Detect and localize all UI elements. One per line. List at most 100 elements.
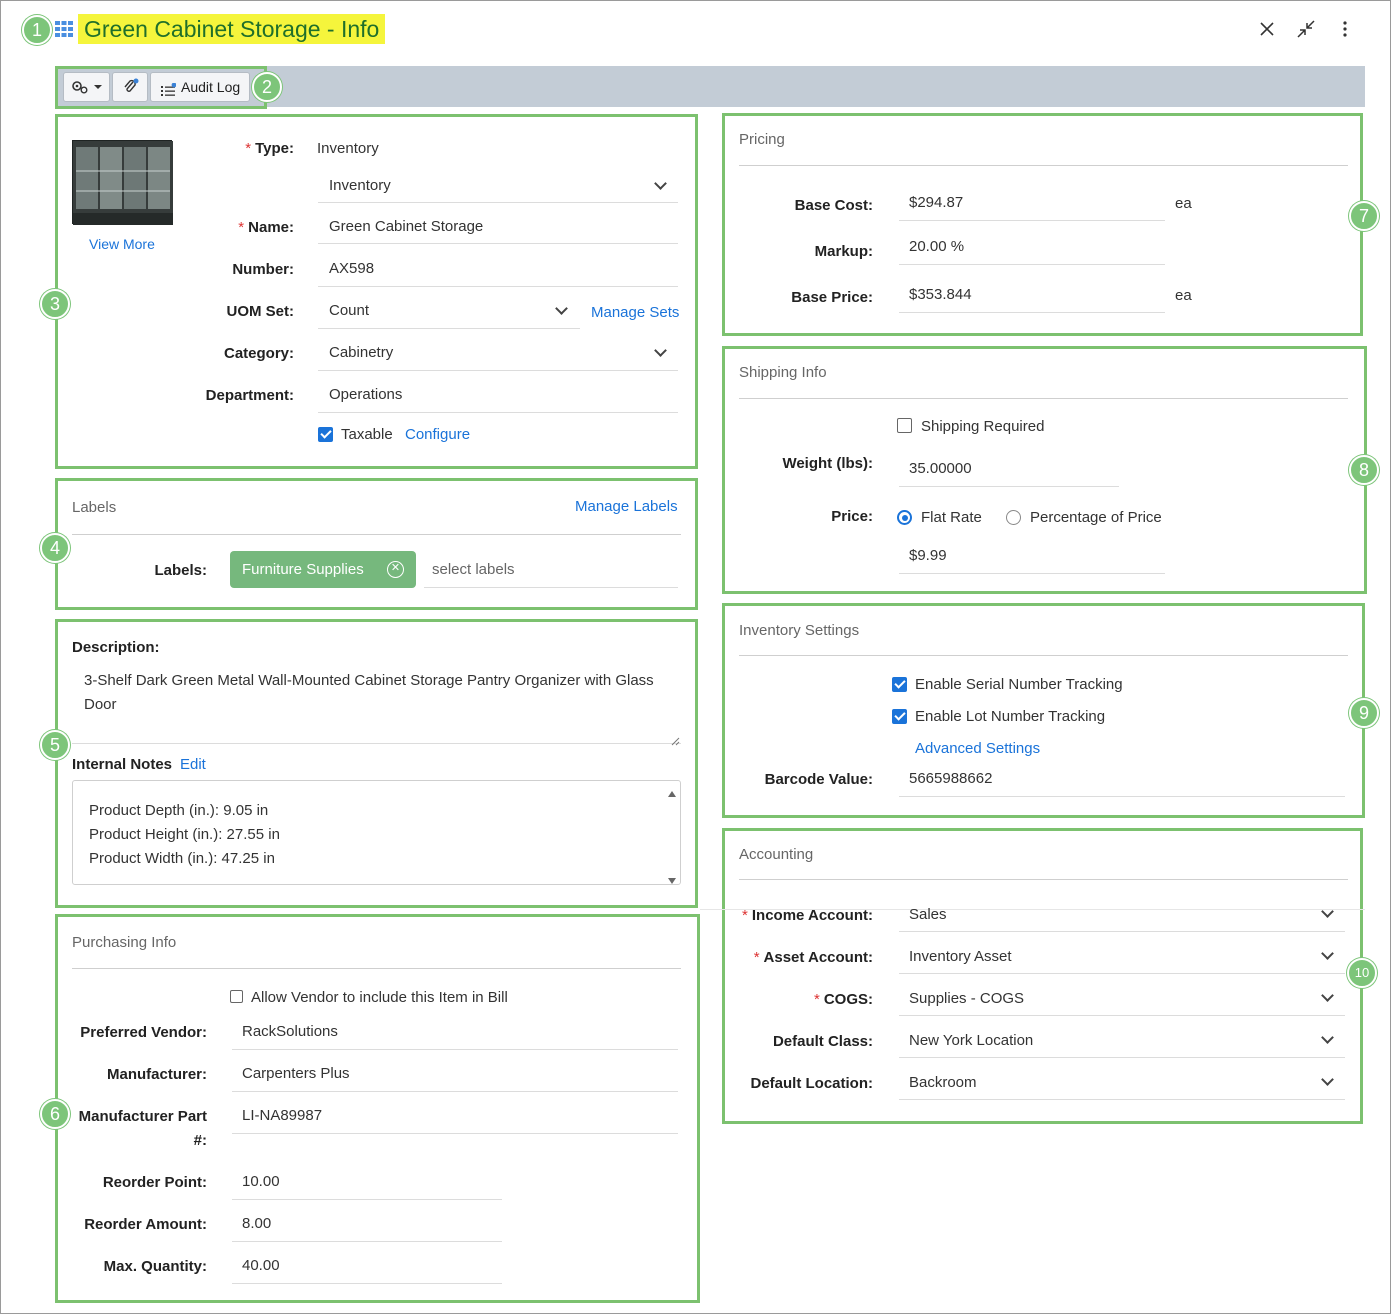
cogs-select[interactable]: Supplies - COGS xyxy=(909,990,1024,1007)
manufacturer-part-label-2: #: xyxy=(193,1132,207,1149)
paperclip-icon xyxy=(124,78,139,92)
resize-handle-icon[interactable] xyxy=(671,733,680,746)
purchasing-section-title: Purchasing Info xyxy=(72,934,177,951)
max-quantity-underline xyxy=(232,1283,502,1284)
asset-account-label: * Asset Account: xyxy=(753,949,873,966)
shipping-separator xyxy=(739,398,1348,399)
class-underline xyxy=(899,1057,1345,1058)
view-more-link[interactable]: View More xyxy=(89,236,155,252)
manufacturer-underline xyxy=(232,1091,678,1092)
name-label: * Name: xyxy=(238,219,294,236)
more-options-icon[interactable] xyxy=(1340,20,1350,38)
number-underline xyxy=(318,286,678,287)
uom-set-label: UOM Set: xyxy=(226,303,295,320)
lot-tracking-checkbox[interactable] xyxy=(892,709,907,724)
mfr-part-underline xyxy=(232,1133,678,1134)
type-select[interactable]: Inventory xyxy=(329,177,391,194)
income-account-label: * Income Account: xyxy=(742,907,873,924)
description-textarea[interactable]: 3-Shelf Dark Green Metal Wall-Mounted Ca… xyxy=(84,669,664,717)
weight-label: Weight (lbs): xyxy=(782,455,873,472)
product-image[interactable] xyxy=(72,140,173,225)
markup-input[interactable]: 20.00 % xyxy=(909,238,964,255)
shipping-price-label: Price: xyxy=(831,508,873,525)
location-underline xyxy=(899,1099,1345,1100)
annotation-badge-10: 10 xyxy=(1347,958,1377,988)
name-input[interactable]: Green Cabinet Storage xyxy=(329,218,483,235)
shipping-section-title: Shipping Info xyxy=(739,364,827,381)
income-account-select[interactable]: Sales xyxy=(909,906,947,923)
edit-notes-link[interactable]: Edit xyxy=(180,756,206,773)
scroll-up-icon[interactable] xyxy=(667,785,677,797)
configure-link[interactable]: Configure xyxy=(405,426,470,443)
type-select-underline xyxy=(318,202,678,203)
max-quantity-input[interactable]: 40.00 xyxy=(242,1257,280,1274)
labels-input[interactable]: select labels xyxy=(432,561,515,578)
weight-input[interactable]: 35.00000 xyxy=(909,460,972,477)
scroll-down-icon[interactable] xyxy=(667,872,677,884)
annotation-badge-2: 2 xyxy=(252,72,282,102)
labels-section-title: Labels xyxy=(72,499,117,516)
serial-tracking-checkbox[interactable] xyxy=(892,677,907,692)
category-select[interactable]: Cabinetry xyxy=(329,344,393,361)
category-underline xyxy=(318,370,678,371)
cogs-underline xyxy=(899,1015,1345,1016)
base-cost-input[interactable]: $294.87 xyxy=(909,194,963,211)
max-quantity-label: Max. Quantity: xyxy=(103,1258,207,1275)
base-price-label: Base Price: xyxy=(791,289,873,306)
close-icon[interactable] xyxy=(1258,20,1276,38)
collapse-icon[interactable] xyxy=(1296,19,1316,39)
preferred-vendor-input[interactable]: RackSolutions xyxy=(242,1023,338,1040)
annotation-badge-7: 7 xyxy=(1349,201,1379,231)
percentage-radio[interactable] xyxy=(1006,510,1021,525)
labels-label: Labels: xyxy=(154,562,207,579)
settings-dropdown-button[interactable] xyxy=(63,72,110,102)
shipping-required-checkbox[interactable] xyxy=(897,418,912,433)
reorder-point-input[interactable]: 10.00 xyxy=(242,1173,280,1190)
default-class-select[interactable]: New York Location xyxy=(909,1032,1033,1049)
reorder-amount-input[interactable]: 8.00 xyxy=(242,1215,271,1232)
reorder-amount-label: Reorder Amount: xyxy=(84,1216,207,1233)
remove-chip-icon[interactable]: ✕ xyxy=(387,561,404,578)
number-label: Number: xyxy=(232,261,294,278)
base-cost-underline xyxy=(899,220,1165,221)
type-value: Inventory xyxy=(317,140,379,157)
flat-rate-radio[interactable] xyxy=(897,510,912,525)
advanced-settings-link[interactable]: Advanced Settings xyxy=(915,740,1040,757)
barcode-underline xyxy=(899,796,1345,797)
shipping-price-input[interactable]: $9.99 xyxy=(909,547,947,564)
vendor-underline xyxy=(232,1049,678,1050)
lot-tracking-label: Enable Lot Number Tracking xyxy=(915,708,1106,725)
percentage-label: Percentage of Price xyxy=(1030,509,1162,526)
internal-notes-box[interactable]: Product Depth (in.): 9.05 in Product Hei… xyxy=(72,780,681,885)
barcode-input[interactable]: 5665988662 xyxy=(909,770,992,787)
gears-icon xyxy=(71,81,102,94)
attachment-button[interactable] xyxy=(112,72,148,102)
manufacturer-part-input[interactable]: LI-NA89987 xyxy=(242,1107,322,1124)
number-input[interactable]: AX598 xyxy=(329,260,374,277)
manage-labels-link[interactable]: Manage Labels xyxy=(575,498,678,515)
reorder-amount-underline xyxy=(232,1241,502,1242)
name-underline xyxy=(318,243,678,244)
base-price-input[interactable]: $353.844 xyxy=(909,286,972,303)
inventory-separator xyxy=(739,655,1348,656)
cogs-label: * COGS: xyxy=(813,991,873,1008)
taxable-checkbox[interactable] xyxy=(318,427,333,442)
base-price-underline xyxy=(899,312,1165,313)
page-title: Green Cabinet Storage - Info xyxy=(78,14,386,44)
base-price-unit: ea xyxy=(1175,287,1192,304)
uom-set-select[interactable]: Count xyxy=(329,302,369,319)
list-icon xyxy=(160,80,177,96)
allow-vendor-checkbox[interactable] xyxy=(230,990,243,1003)
type-label: * Type: xyxy=(245,140,294,157)
internal-notes-label: Internal Notes xyxy=(72,756,173,773)
manufacturer-input[interactable]: Carpenters Plus xyxy=(242,1065,350,1082)
audit-log-button[interactable]: Audit Log xyxy=(150,72,250,102)
asset-account-select[interactable]: Inventory Asset xyxy=(909,948,1012,965)
manage-sets-link[interactable]: Manage Sets xyxy=(591,304,679,321)
annotation-badge-9: 9 xyxy=(1349,698,1379,728)
default-location-select[interactable]: Backroom xyxy=(909,1074,977,1091)
note-line: Product Depth (in.): 9.05 in xyxy=(89,802,269,819)
pricing-separator xyxy=(739,165,1348,166)
department-input[interactable]: Operations xyxy=(329,386,402,403)
annotation-badge-8: 8 xyxy=(1349,455,1379,485)
